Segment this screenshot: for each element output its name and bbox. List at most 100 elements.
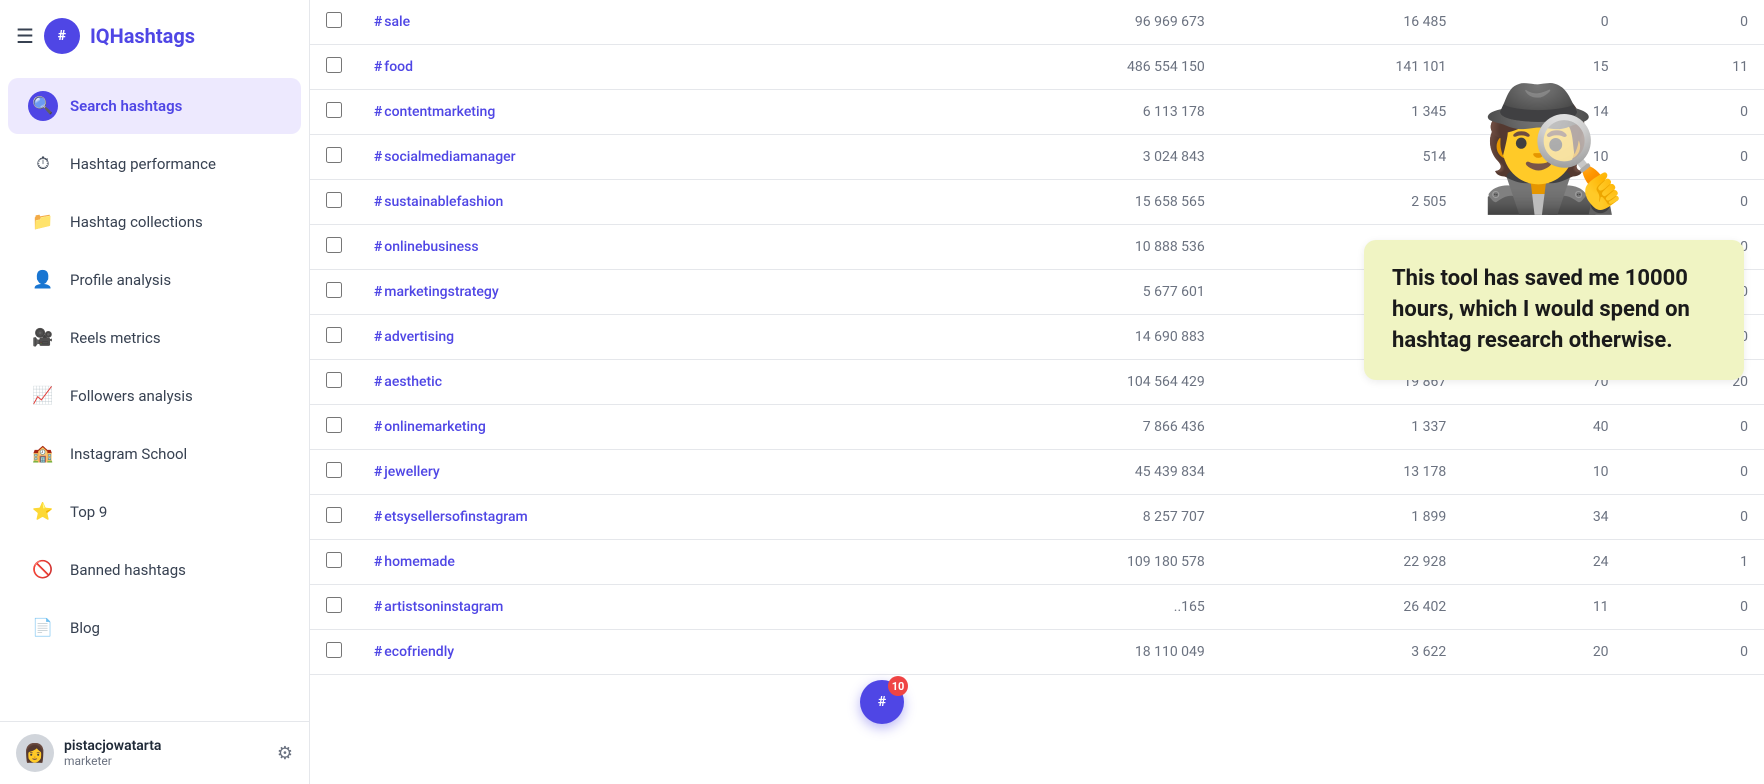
- hashtag-link[interactable]: #sustainablefashion: [374, 194, 503, 210]
- hashtag-collections-icon: 📁: [28, 207, 58, 237]
- hashtag-link[interactable]: #marketingstrategy: [374, 284, 499, 300]
- row-checkbox[interactable]: [326, 237, 342, 253]
- row-checkbox-cell: [310, 495, 358, 540]
- posts-count: 6 113 178: [900, 90, 1220, 135]
- hamburger-icon[interactable]: ☰: [16, 24, 34, 48]
- sidebar-header: ☰ # IQHashtags: [0, 0, 309, 68]
- followers-analysis-icon: 📈: [28, 381, 58, 411]
- hashtag-cell: #food: [358, 45, 900, 90]
- row-checkbox[interactable]: [326, 597, 342, 613]
- row-checkbox[interactable]: [326, 282, 342, 298]
- sidebar-item-blog[interactable]: 📄 Blog: [8, 600, 301, 656]
- sidebar-nav: 🔍 Search hashtags ⏱ Hashtag performance …: [0, 68, 309, 721]
- hashtag-link[interactable]: #etsysellersofinstagram: [374, 509, 528, 525]
- hashtag-link[interactable]: #ecofriendly: [374, 644, 454, 660]
- row-checkbox-cell: [310, 405, 358, 450]
- row-checkbox[interactable]: [326, 462, 342, 478]
- hashtag-link[interactable]: #onlinebusiness: [374, 239, 479, 255]
- row-checkbox[interactable]: [326, 642, 342, 658]
- hashtag-performance-icon: ⏱: [28, 149, 58, 179]
- row-checkbox-cell: [310, 540, 358, 585]
- sidebar-item-reels-metrics[interactable]: 🎥 Reels metrics: [8, 310, 301, 366]
- posts-count: 10 888 536: [900, 225, 1220, 270]
- speech-bubble: This tool has saved me 10000 hours, whic…: [1364, 240, 1744, 380]
- my-posts: 0: [1462, 0, 1624, 45]
- sidebar-label-instagram-school: Instagram School: [70, 445, 187, 463]
- hashtag-cell: #socialmediamanager: [358, 135, 900, 180]
- hashtag-cell: #artistsoninstagram: [358, 585, 900, 630]
- hashtag-link[interactable]: #advertising: [374, 329, 454, 345]
- top-posts: 1: [1625, 540, 1764, 585]
- row-checkbox-cell: [310, 135, 358, 180]
- sidebar-item-profile-analysis[interactable]: 👤 Profile analysis: [8, 252, 301, 308]
- top-posts: 0: [1625, 495, 1764, 540]
- row-checkbox[interactable]: [326, 192, 342, 208]
- sidebar-label-search-hashtags: Search hashtags: [70, 97, 182, 115]
- hashtag-cell: #etsysellersofinstagram: [358, 495, 900, 540]
- sidebar-label-banned-hashtags: Banned hashtags: [70, 561, 186, 579]
- my-posts: 40: [1462, 405, 1624, 450]
- blog-icon: 📄: [28, 613, 58, 643]
- hashtag-link[interactable]: #onlinemarketing: [374, 419, 486, 435]
- sidebar-item-hashtag-collections[interactable]: 📁 Hashtag collections: [8, 194, 301, 250]
- row-checkbox[interactable]: [326, 147, 342, 163]
- table-row: #onlinemarketing 7 866 436 1 337 40 0: [310, 405, 1764, 450]
- row-checkbox[interactable]: [326, 102, 342, 118]
- hashtag-link[interactable]: #contentmarketing: [374, 104, 495, 120]
- sidebar-label-hashtag-performance: Hashtag performance: [70, 155, 216, 173]
- avg-likes: 16 485: [1221, 0, 1462, 45]
- table-row: #homemade 109 180 578 22 928 24 1: [310, 540, 1764, 585]
- hashtag-link[interactable]: #sale: [374, 14, 410, 30]
- row-checkbox[interactable]: [326, 552, 342, 568]
- row-checkbox-cell: [310, 270, 358, 315]
- row-checkbox[interactable]: [326, 57, 342, 73]
- hashtag-link[interactable]: #jewellery: [374, 464, 440, 480]
- sidebar-label-profile-analysis: Profile analysis: [70, 271, 171, 289]
- sidebar-item-followers-analysis[interactable]: 📈 Followers analysis: [8, 368, 301, 424]
- avatar: 👩: [16, 734, 54, 772]
- row-checkbox[interactable]: [326, 507, 342, 523]
- avg-likes: 1 337: [1221, 405, 1462, 450]
- row-checkbox[interactable]: [326, 417, 342, 433]
- row-checkbox[interactable]: [326, 327, 342, 343]
- table-row: #sale 96 969 673 16 485 0 0: [310, 0, 1764, 45]
- hashtag-link[interactable]: #socialmediamanager: [374, 149, 516, 165]
- sidebar-item-instagram-school[interactable]: 🏫 Instagram School: [8, 426, 301, 482]
- row-checkbox-cell: [310, 0, 358, 45]
- instagram-school-icon: 🏫: [28, 439, 58, 469]
- user-role: marketer: [64, 754, 267, 768]
- table-row: #etsysellersofinstagram 8 257 707 1 899 …: [310, 495, 1764, 540]
- sidebar-item-hashtag-performance[interactable]: ⏱ Hashtag performance: [8, 136, 301, 192]
- sidebar-footer: 👩 pistacjowatarta marketer ⚙: [0, 721, 309, 784]
- floating-hashtag-badge[interactable]: # 10: [860, 680, 904, 724]
- sidebar-item-search-hashtags[interactable]: 🔍 Search hashtags: [8, 78, 301, 134]
- posts-count: 486 554 150: [900, 45, 1220, 90]
- sidebar-item-banned-hashtags[interactable]: 🚫 Banned hashtags: [8, 542, 301, 598]
- search-hashtags-icon: 🔍: [28, 91, 58, 121]
- top-posts: 0: [1625, 630, 1764, 675]
- hashtag-cell: #contentmarketing: [358, 90, 900, 135]
- row-checkbox-cell: [310, 585, 358, 630]
- posts-count: 3 024 843: [900, 135, 1220, 180]
- row-checkbox-cell: [310, 630, 358, 675]
- hashtag-cell: #marketingstrategy: [358, 270, 900, 315]
- row-checkbox-cell: [310, 450, 358, 495]
- avg-likes: 22 928: [1221, 540, 1462, 585]
- posts-count: 18 110 049: [900, 630, 1220, 675]
- row-checkbox[interactable]: [326, 12, 342, 28]
- detective-emoji: 🕵️: [1454, 60, 1654, 240]
- user-info: pistacjowatarta marketer: [64, 738, 267, 768]
- hashtag-link[interactable]: #aesthetic: [374, 374, 442, 390]
- logo-icon: #: [44, 18, 80, 54]
- my-posts: 24: [1462, 540, 1624, 585]
- row-checkbox[interactable]: [326, 372, 342, 388]
- table-row: #jewellery 45 439 834 13 178 10 0: [310, 450, 1764, 495]
- hashtag-link[interactable]: #homemade: [374, 554, 455, 570]
- hashtag-link[interactable]: #artistsoninstagram: [374, 599, 503, 615]
- settings-icon[interactable]: ⚙: [277, 743, 293, 764]
- hashtag-link[interactable]: #food: [374, 59, 413, 75]
- posts-count: 8 257 707: [900, 495, 1220, 540]
- sidebar-label-reels-metrics: Reels metrics: [70, 329, 161, 347]
- avg-likes: 26 402: [1221, 585, 1462, 630]
- sidebar-item-top-9[interactable]: ⭐ Top 9: [8, 484, 301, 540]
